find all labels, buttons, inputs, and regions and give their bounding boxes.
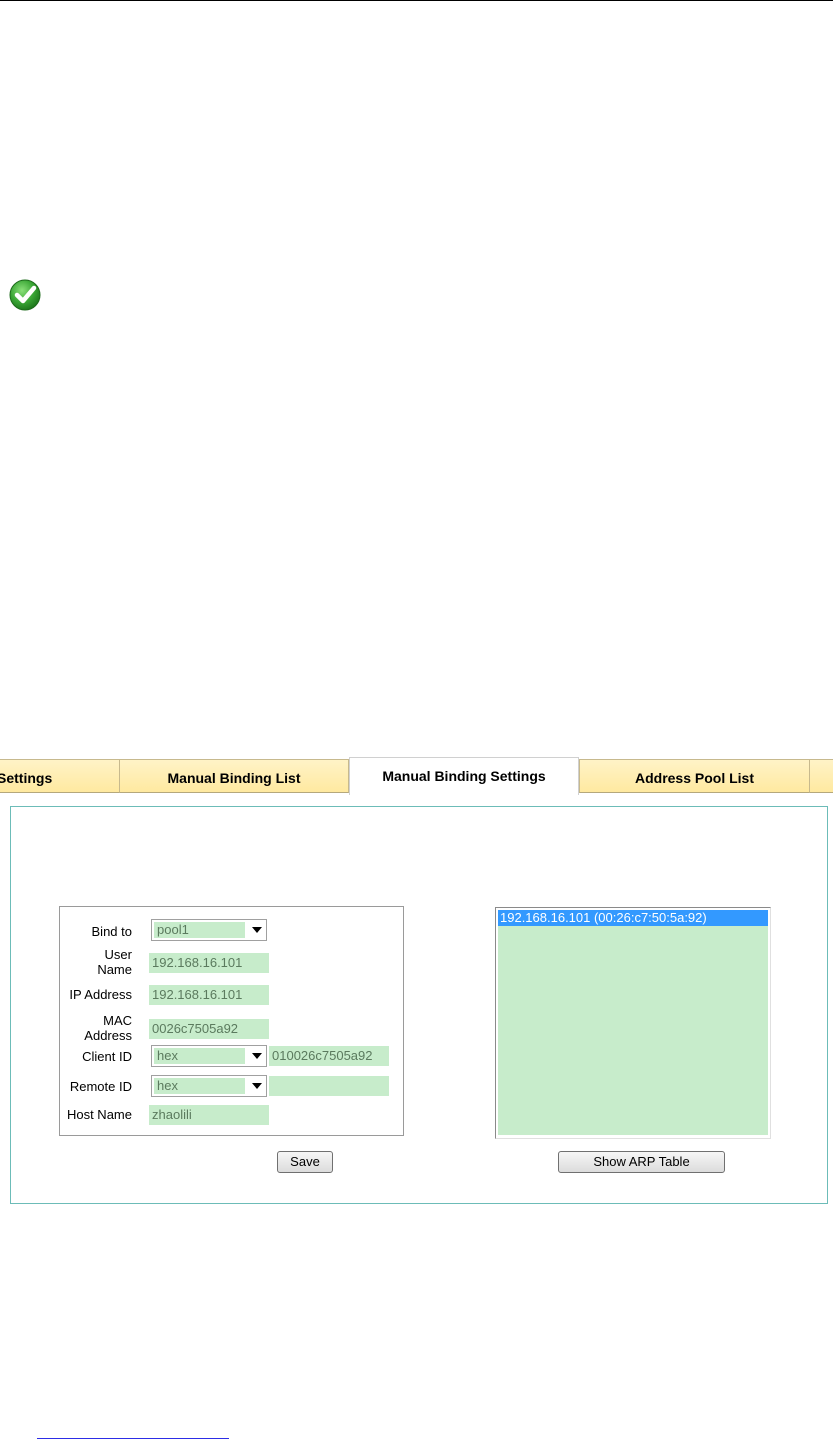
arp-table-list[interactable]: 192.168.16.101 (00:26:c7:50:5a:92) [495, 907, 771, 1139]
tab-manual-binding-settings-label: Manual Binding Settings [382, 768, 546, 784]
tab-settings[interactable]: Settings [0, 759, 120, 793]
tab-settings-label: Settings [0, 770, 53, 786]
mac-address-label-line2: Address [84, 1028, 132, 1043]
remote-id-type-value: hex [154, 1078, 245, 1094]
save-button[interactable]: Save [277, 1151, 333, 1173]
mac-address-field[interactable]: 0026c7505a92 [149, 1019, 269, 1039]
success-check-icon [9, 279, 41, 311]
tab-address-pool-list-label: Address Pool List [634, 770, 755, 786]
footer-link-underline[interactable] [37, 1438, 229, 1439]
top-rule [0, 0, 833, 1]
user-name-label-line1: User [104, 947, 132, 962]
chevron-down-icon [252, 927, 262, 933]
client-id-type-select[interactable]: hex [151, 1045, 267, 1067]
binding-form: Bind to pool1 User Name 192.168.16.101 I… [59, 906, 404, 1136]
show-arp-table-button[interactable]: Show ARP Table [558, 1151, 725, 1173]
user-name-label-line2: Name [97, 962, 132, 977]
arp-list-item[interactable]: 192.168.16.101 (00:26:c7:50:5a:92) [498, 910, 768, 926]
client-id-field[interactable]: 010026c7505a92 [269, 1046, 389, 1066]
ip-address-field[interactable]: 192.168.16.101 [149, 985, 269, 1005]
remote-id-type-select[interactable]: hex [151, 1075, 267, 1097]
host-name-label: Host Name [66, 1107, 132, 1122]
host-name-field[interactable]: zhaolili [149, 1105, 269, 1125]
client-id-label: Client ID [82, 1049, 132, 1064]
client-id-type-value: hex [154, 1048, 245, 1064]
bind-to-value: pool1 [154, 922, 245, 938]
tab-address-pool-list[interactable]: Address Pool List [579, 759, 810, 793]
chevron-down-icon [252, 1083, 262, 1089]
settings-panel: Bind to pool1 User Name 192.168.16.101 I… [10, 806, 828, 1204]
user-name-label: User Name [62, 947, 132, 977]
mac-address-label: MAC Address [62, 1013, 132, 1043]
remote-id-field[interactable] [269, 1076, 389, 1096]
bind-to-select[interactable]: pool1 [151, 919, 267, 941]
tab-manual-binding-settings[interactable]: Manual Binding Settings [349, 757, 579, 795]
tab-more[interactable] [809, 759, 833, 793]
user-name-field[interactable]: 192.168.16.101 [149, 953, 269, 973]
bind-to-label: Bind to [91, 924, 132, 939]
arp-table-list-body: 192.168.16.101 (00:26:c7:50:5a:92) [498, 910, 768, 1135]
ip-address-label: IP Address [69, 987, 132, 1002]
tab-manual-binding-list-label: Manual Binding List [167, 770, 301, 786]
chevron-down-icon [252, 1053, 262, 1059]
mac-address-label-line1: MAC [103, 1013, 132, 1028]
remote-id-label: Remote ID [69, 1079, 132, 1094]
tab-bar: Settings Manual Binding List Manual Bind… [0, 757, 833, 795]
tab-manual-binding-list[interactable]: Manual Binding List [119, 759, 349, 793]
